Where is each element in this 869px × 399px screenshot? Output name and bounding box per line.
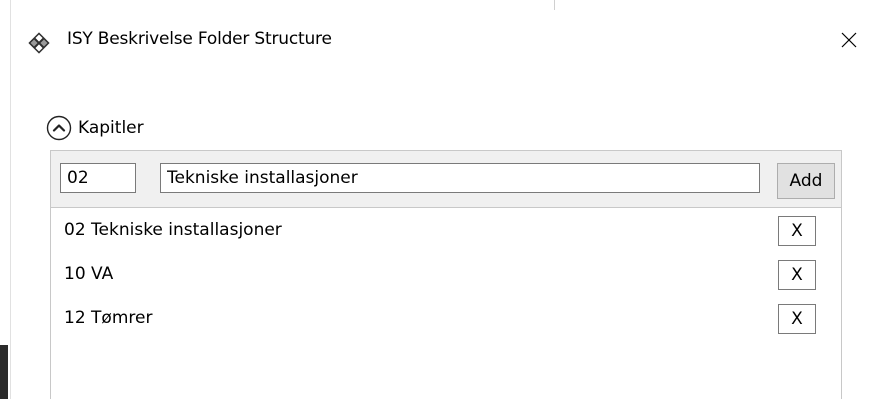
isy-logo-icon — [28, 32, 50, 54]
list-item: 02 Tekniske installasjoner X — [51, 208, 841, 252]
close-button[interactable] — [828, 20, 869, 60]
chapter-number-input[interactable] — [60, 163, 136, 193]
chapter-name-input[interactable] — [160, 163, 760, 193]
chapter-label: 12 Tømrer — [64, 308, 153, 328]
title-bar-mark — [554, 0, 555, 10]
background-window-edge — [0, 0, 10, 399]
chapter-label: 10 VA — [64, 264, 114, 284]
remove-chapter-button[interactable]: X — [778, 260, 816, 290]
chevron-up-circle-icon[interactable] — [46, 115, 72, 141]
new-chapter-row: Add — [51, 151, 841, 208]
window-title: ISY Beskrivelse Folder Structure — [67, 29, 332, 49]
add-button[interactable]: Add — [777, 163, 835, 199]
chapters-panel: Add 02 Tekniske installasjoner X 10 VA X… — [50, 150, 842, 399]
list-item: 10 VA X — [51, 252, 841, 296]
list-item: 12 Tømrer X — [51, 296, 841, 340]
section-label: Kapitler — [78, 118, 144, 138]
remove-chapter-button[interactable]: X — [778, 216, 816, 246]
close-icon — [841, 32, 856, 48]
dialog-window: ISY Beskrivelse Folder Structure Kapitle… — [0, 0, 869, 399]
chapter-label: 02 Tekniske installasjoner — [64, 220, 282, 240]
background-window-shadow — [0, 345, 8, 399]
remove-chapter-button[interactable]: X — [778, 304, 816, 334]
section-header-kapitler: Kapitler — [46, 113, 144, 143]
